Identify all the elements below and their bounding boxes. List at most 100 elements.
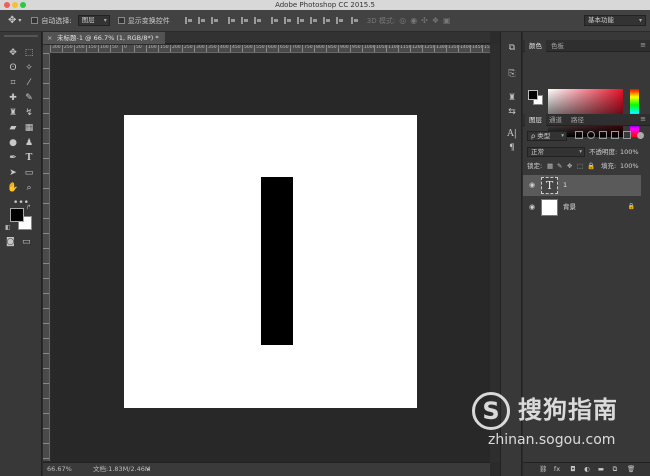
align-bottom-icon[interactable] xyxy=(210,16,219,25)
eyedropper-tool-icon[interactable]: ⁄ xyxy=(21,76,37,91)
zoom-window-button[interactable] xyxy=(20,2,26,8)
3d-slide-icon[interactable]: ❖ xyxy=(432,16,439,25)
panel-menu-icon[interactable]: ≡ xyxy=(640,41,646,49)
chevron-right-icon[interactable]: ▸ xyxy=(147,463,150,476)
history-brush-tool-icon[interactable]: ↯ xyxy=(21,106,37,121)
color-swatches[interactable] xyxy=(8,208,34,234)
pen-tool-icon[interactable]: ✒ xyxy=(5,151,21,166)
clone-stamp-tool-icon[interactable]: ♜ xyxy=(5,106,21,121)
auto-select-dropdown[interactable]: 图层 xyxy=(77,15,110,26)
close-window-button[interactable] xyxy=(4,2,10,8)
align-vcenter-icon[interactable] xyxy=(197,16,206,25)
distribute-vcenter-icon[interactable] xyxy=(283,16,292,25)
tab-swatches[interactable]: 色板 xyxy=(547,40,568,52)
layer-row-text[interactable]: ◉ T 1 xyxy=(523,175,641,196)
align-top-icon[interactable] xyxy=(184,16,193,25)
distribute-right-icon[interactable] xyxy=(335,16,344,25)
paragraph-icon[interactable]: ¶ xyxy=(506,142,518,154)
history-icon[interactable]: ⧉ xyxy=(506,42,518,54)
lock-position-icon[interactable]: ✥ xyxy=(567,160,572,172)
screen-mode-icon[interactable]: ▭ xyxy=(22,237,31,247)
move-tool-preset[interactable]: ✥ ▾ xyxy=(8,15,21,26)
eraser-tool-icon[interactable]: ▰ xyxy=(5,121,21,136)
filter-smart-icon[interactable] xyxy=(623,131,631,139)
filter-pixel-icon[interactable] xyxy=(575,131,583,139)
lock-transparency-icon[interactable]: ▦ xyxy=(547,160,553,172)
align-right-icon[interactable] xyxy=(253,16,262,25)
layer-name[interactable]: 背景 xyxy=(563,197,576,218)
lock-artboard-icon[interactable]: ⬚ xyxy=(577,160,583,172)
distribute-bottom-icon[interactable] xyxy=(296,16,305,25)
dodge-tool-icon[interactable]: ♟ xyxy=(21,136,37,151)
filter-toggle-icon[interactable] xyxy=(637,132,644,139)
filter-kind-dropdown[interactable]: ρ 类型 xyxy=(527,131,567,141)
align-left-icon[interactable] xyxy=(227,16,236,25)
minimize-window-button[interactable] xyxy=(12,2,18,8)
document-canvas[interactable] xyxy=(124,115,417,408)
swap-colors-icon[interactable]: ↱ xyxy=(26,204,31,211)
ruler-origin[interactable] xyxy=(43,45,50,53)
layer-row-background[interactable]: ◉ 背景 🔒 xyxy=(523,197,641,218)
3d-scale-icon[interactable]: ▣ xyxy=(443,16,451,25)
healing-brush-tool-icon[interactable]: ✚ xyxy=(5,91,21,106)
distribute-hcenter-icon[interactable] xyxy=(322,16,331,25)
layer-name[interactable]: 1 xyxy=(563,175,567,196)
zoom-level[interactable]: 66.67% xyxy=(47,463,72,476)
filter-adjust-icon[interactable] xyxy=(587,131,595,139)
path-selection-tool-icon[interactable]: ➤ xyxy=(5,166,21,181)
align-hcenter-icon[interactable] xyxy=(240,16,249,25)
close-tab-icon[interactable]: × xyxy=(47,32,52,44)
mask-icon[interactable]: ◘ xyxy=(569,465,577,473)
hand-tool-icon[interactable]: ✋ xyxy=(5,181,21,196)
info-icon[interactable]: ⇆ xyxy=(506,106,518,118)
layers-menu-icon[interactable]: ≡ xyxy=(640,115,646,123)
type-tool-icon[interactable]: T xyxy=(21,151,37,166)
show-transform-checkbox[interactable] xyxy=(117,17,125,24)
properties-icon[interactable]: ⎘ xyxy=(506,68,518,80)
adjustments-icon[interactable]: ♜ xyxy=(506,92,518,104)
doc-info[interactable]: 文档:1.83M/2.46M xyxy=(93,463,151,476)
horizontal-ruler[interactable]: 300 250 200 150 100 50 0 50 100 150 200 250 300 350 40… xyxy=(50,45,490,53)
show-transform-option[interactable]: 显示变换控件 xyxy=(117,16,170,26)
tab-channels[interactable]: 通道 xyxy=(545,114,566,126)
color-fg-swatch[interactable] xyxy=(528,90,538,100)
quick-mask-icon[interactable]: ◙ xyxy=(6,237,15,247)
canvas-area[interactable] xyxy=(51,54,490,462)
3d-roll-icon[interactable]: ◉ xyxy=(410,16,417,25)
tab-layers[interactable]: 图层 xyxy=(525,114,546,126)
crop-tool-icon[interactable]: ⌗ xyxy=(5,76,21,91)
link-icon[interactable]: ⛓ xyxy=(539,465,547,473)
text-layer-glyph[interactable] xyxy=(261,177,293,345)
adjustment-icon[interactable]: ◐ xyxy=(583,465,591,473)
marquee-tool-icon[interactable]: ⬚ xyxy=(21,46,37,61)
character-icon[interactable]: A| xyxy=(506,128,518,140)
fx-icon[interactable]: fx xyxy=(553,465,561,473)
move-tool-icon[interactable]: ✥ xyxy=(5,46,21,61)
lock-pixels-icon[interactable]: ✎ xyxy=(557,160,562,172)
default-colors-icon[interactable]: ◧ xyxy=(5,224,11,231)
tab-paths[interactable]: 路径 xyxy=(567,114,588,126)
filter-type-icon[interactable] xyxy=(599,131,607,139)
zoom-tool-icon[interactable]: ⌕ xyxy=(21,181,37,196)
distribute-left-icon[interactable] xyxy=(309,16,318,25)
lock-all-icon[interactable]: 🔒 xyxy=(587,160,595,172)
fill-value[interactable]: 100% xyxy=(620,160,639,172)
visibility-eye-icon[interactable]: ◉ xyxy=(527,202,537,212)
brush-tool-icon[interactable]: ✎ xyxy=(21,91,37,106)
blend-mode-dropdown[interactable]: 正常 xyxy=(527,147,585,157)
new-layer-icon[interactable]: ⧉ xyxy=(611,465,619,473)
distribute-top-icon[interactable] xyxy=(270,16,279,25)
tab-color[interactable]: 颜色 xyxy=(525,40,546,52)
blur-tool-icon[interactable]: ● xyxy=(5,136,21,151)
auto-select-option[interactable]: 自动选择: xyxy=(31,16,72,26)
folder-icon[interactable]: ▬ xyxy=(597,465,605,473)
document-tab[interactable]: × 未标题-1 @ 66.7% (1, RGB/8*) * xyxy=(43,32,165,44)
auto-align-icon[interactable] xyxy=(350,16,359,25)
3d-rotate-icon[interactable]: ◎ xyxy=(399,16,406,25)
magic-wand-tool-icon[interactable]: ✧ xyxy=(21,61,37,76)
lasso-tool-icon[interactable]: ʘ xyxy=(5,61,21,76)
opacity-value[interactable]: 100% xyxy=(620,146,639,158)
foreground-color-swatch[interactable] xyxy=(10,208,24,222)
3d-pan-icon[interactable]: ✣ xyxy=(421,16,428,25)
auto-select-checkbox[interactable] xyxy=(31,17,39,24)
